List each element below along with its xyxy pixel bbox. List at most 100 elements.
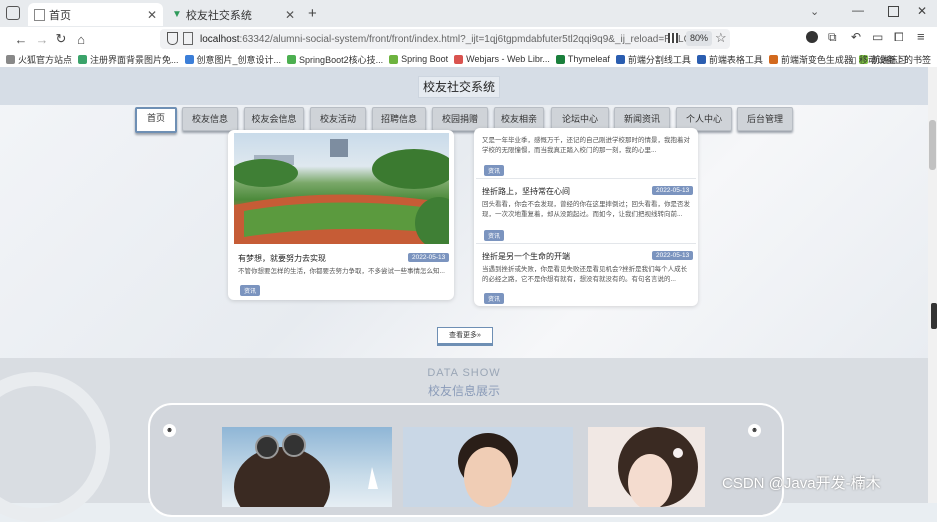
bookmark-icon (615, 54, 625, 64)
carousel-prev-icon[interactable]: ☻ (163, 424, 176, 437)
nav-alumni-activity[interactable]: 校友活动 (310, 107, 366, 131)
nav-alumni-info[interactable]: 校友信息 (182, 107, 238, 131)
alumni-photo[interactable] (403, 427, 573, 507)
nav-admin[interactable]: 后台管理 (737, 107, 793, 131)
bookmark-icon (389, 54, 399, 64)
bookmark-label: Spring Boot (401, 54, 449, 64)
url-host: localhost (200, 33, 240, 45)
undo-icon[interactable]: ↶ (851, 30, 861, 44)
section-title-en: DATA SHOW (427, 367, 501, 379)
news-title[interactable]: 挫折是另一个生命的开端 (482, 251, 570, 262)
tag-badge: 资讯 (240, 285, 261, 296)
bookmark-item[interactable]: Webjars - Web Libr... (454, 54, 550, 64)
extension-icon[interactable]: ▭ (872, 30, 883, 44)
close-window-icon[interactable]: ✕ (917, 4, 927, 18)
alumni-photo[interactable] (588, 427, 705, 507)
bookmark-star-icon[interactable]: ☆ (715, 30, 727, 46)
bookmarks-bar: 火狐官方站点 注册界面背景图片免... 创意图片_创意设计... SpringB… (0, 51, 937, 68)
bookmark-label: 前端渐变色生成器 (780, 54, 853, 65)
bookmark-label: 注册界面背景图片免... (90, 54, 179, 65)
new-tab-icon[interactable]: + (308, 5, 317, 22)
tab-home[interactable]: 首页 ✕ (28, 3, 163, 26)
face (464, 447, 512, 507)
date-badge: 2022-05-13 (652, 251, 694, 260)
bookmark-item[interactable]: 创意图片_创意设计... (184, 53, 281, 66)
dog-illustration (234, 433, 378, 507)
alumni-photo[interactable] (222, 427, 392, 507)
close-tab-icon[interactable]: ✕ (147, 8, 157, 22)
qr-code-icon[interactable] (668, 33, 678, 43)
bookmark-label: Thymeleaf (567, 54, 610, 64)
close-tab-icon[interactable]: ✕ (285, 8, 295, 22)
bookmark-icon (454, 54, 464, 64)
dog-head (234, 447, 330, 507)
scrollbar-thumb[interactable] (929, 120, 936, 170)
home-icon[interactable]: ⌂ (72, 30, 90, 48)
url-bar[interactable]: localhost:63342/alumni-social-system/fro… (160, 29, 730, 49)
news-title[interactable]: 有梦想，就要努力去实现 (238, 253, 326, 264)
bookmark-icon (287, 54, 297, 64)
bookmark-label: 前端分割线工具 (627, 54, 691, 65)
mobile-bookmarks[interactable]: ▯ 移动设备上的书签 (852, 53, 931, 66)
reload-icon[interactable]: ↻ (52, 30, 70, 48)
bookmark-icon (555, 54, 565, 64)
account-icon[interactable] (806, 31, 818, 43)
puzzle-icon[interactable]: ⧠ (894, 30, 904, 45)
url-path: :63342/alumni-social-system/front/front/… (239, 33, 706, 45)
sailboat (368, 467, 378, 489)
bookmark-item[interactable]: 前端表格工具 (696, 53, 763, 66)
restore-icon[interactable] (888, 6, 899, 17)
campus-illustration (234, 139, 449, 244)
date-badge: 2022-05-13 (408, 253, 450, 262)
forward-icon[interactable]: → (33, 30, 51, 48)
section-title-cn: 校友信息展示 (427, 384, 500, 398)
news-excerpt: 回头看看，你会不会发现，曾经的你在这里摔倒过；回头看看，你是否发现，一次次地重复… (482, 201, 690, 218)
tab-alumni-system[interactable]: ▼ 校友社交系统 ✕ (166, 3, 301, 26)
nav-alumni-association[interactable]: 校友会信息 (244, 107, 304, 131)
site-title: 校友社交系统 (418, 76, 500, 98)
view-more-button[interactable]: 查看更多» (437, 327, 493, 346)
menu-icon[interactable]: ≡ (917, 29, 925, 44)
list-all-tabs-icon[interactable]: ⌄ (810, 5, 819, 18)
bookmark-icon (184, 54, 194, 64)
back-icon[interactable]: ← (12, 30, 30, 48)
tree (372, 149, 449, 189)
tab-title: 校友社交系统 (185, 9, 252, 22)
minimize-icon[interactable]: — (852, 3, 864, 17)
zoom-level[interactable]: 80% (686, 31, 712, 46)
divider (476, 178, 696, 179)
bookmark-item[interactable]: SpringBoot2核心技... (287, 53, 383, 66)
nav-recruitment[interactable]: 招聘信息 (372, 107, 426, 131)
carousel-next-icon[interactable]: ☻ (748, 424, 761, 437)
shield-icon[interactable] (167, 32, 178, 45)
tag-badge: 资讯 (484, 165, 505, 176)
sunglasses-right (282, 433, 306, 457)
watermark: CSDN @Java开发-楠木 (722, 475, 881, 492)
bookmark-item[interactable]: 火狐官方站点 (6, 53, 72, 66)
tag-badge: 资讯 (484, 230, 505, 241)
bookmark-icon (768, 54, 778, 64)
side-handle[interactable] (931, 303, 937, 329)
bookmark-item[interactable]: Thymeleaf (555, 54, 610, 64)
nav-home[interactable]: 首页 (135, 107, 177, 133)
page-info-icon[interactable] (183, 32, 193, 45)
tag-badge: 资讯 (484, 293, 505, 304)
bookmark-label: 火狐官方站点 (18, 54, 73, 65)
news-excerpt: 当遇到挫折或失败，你是看见失败还是看见机会?挫折是我们每个人成长的必经之路，它不… (482, 266, 688, 283)
bookmark-item[interactable]: 注册界面背景图片免... (78, 53, 179, 66)
news-excerpt: 又是一年毕业季，感慨万千，还记的自己刚进学校那时的情景，我抱着对学校的无限憧憬，… (482, 137, 690, 154)
tab-list-icon[interactable] (6, 6, 20, 20)
bookmark-icon (696, 54, 706, 64)
mobile-bookmarks-label: 移动设备上的书签 (858, 55, 931, 65)
bookmark-item[interactable]: 前端渐变色生成器 (768, 53, 853, 66)
screenshot-icon[interactable]: ⧉ (828, 30, 837, 45)
news-excerpt: 不管你想要怎样的生活，你都要去努力争取，不多尝试一些事情怎么知... (238, 268, 445, 275)
person-illustration (618, 427, 698, 507)
bookmark-item[interactable]: 前端分割线工具 (615, 53, 691, 66)
date-badge: 2022-05-13 (652, 186, 694, 195)
bookmark-item[interactable]: Spring Boot (389, 54, 448, 64)
news-title[interactable]: 挫折路上，坚持常在心间 (482, 186, 570, 197)
favicon-icon: ▼ (172, 9, 182, 20)
bookmark-icon (78, 54, 88, 64)
mobile-icon: ▯ (851, 55, 859, 65)
